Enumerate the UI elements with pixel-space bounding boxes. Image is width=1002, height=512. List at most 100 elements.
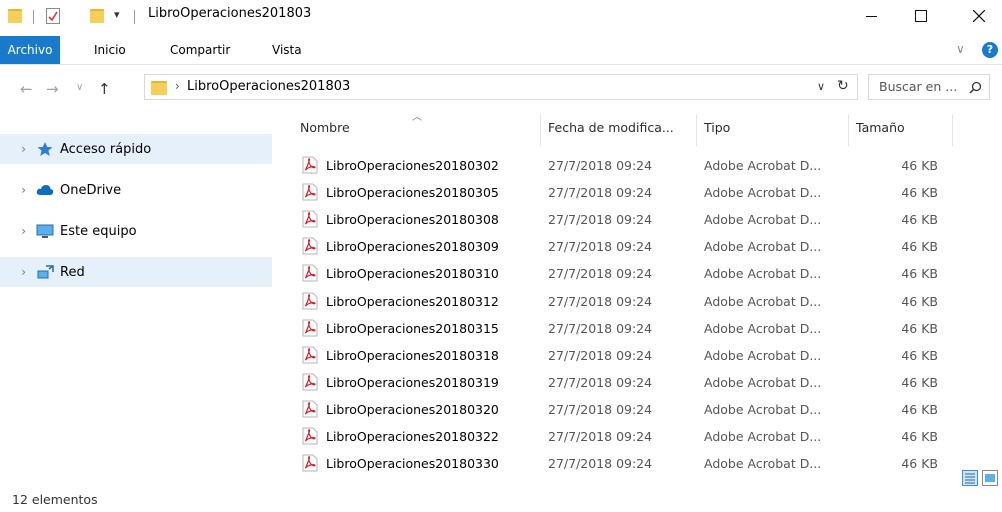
pdf-file-icon bbox=[302, 427, 318, 445]
table-row[interactable]: LibroOperaciones20180322 27/7/2018 09:24 A… bbox=[298, 424, 958, 451]
file-type: Adobe Acrobat D... bbox=[704, 374, 822, 390]
sidebar-item-label: Red bbox=[60, 264, 85, 280]
close-button[interactable] bbox=[956, 0, 1002, 32]
sidebar-item-acceso-rapido[interactable]: › Acceso rápido bbox=[0, 134, 272, 164]
breadcrumb-chevron-icon[interactable]: › bbox=[175, 79, 180, 93]
pdf-file-icon bbox=[302, 210, 318, 228]
star-icon bbox=[37, 142, 53, 156]
file-size: 46 KB bbox=[901, 429, 938, 444]
table-row[interactable]: LibroOperaciones20180315 27/7/2018 09:24 A… bbox=[298, 316, 958, 343]
file-type: Adobe Acrobat D... bbox=[704, 429, 822, 444]
pdf-file-icon bbox=[302, 373, 318, 391]
file-date: 27/7/2018 09:24 bbox=[548, 239, 653, 255]
file-size: 46 KB bbox=[901, 185, 938, 201]
file-type: Adobe Acrobat D... bbox=[704, 347, 822, 363]
refresh-icon[interactable]: ↻ bbox=[837, 78, 849, 94]
file-size: 46 KB bbox=[901, 239, 938, 255]
sort-ascending-icon: ︿ bbox=[412, 112, 422, 123]
expand-chevron-icon[interactable]: › bbox=[0, 265, 26, 279]
tab-archivo[interactable]: Archivo bbox=[0, 36, 60, 64]
back-icon[interactable]: ← bbox=[20, 80, 33, 98]
toolbar-divider bbox=[33, 10, 34, 24]
up-icon[interactable]: ↑ bbox=[98, 80, 111, 98]
table-row[interactable]: LibroOperaciones20180312 27/7/2018 09:24 A… bbox=[298, 289, 958, 316]
details-view-icon[interactable] bbox=[962, 470, 978, 486]
column-divider[interactable] bbox=[848, 114, 849, 146]
file-date: 27/7/2018 09:24 bbox=[548, 374, 653, 390]
table-row[interactable]: LibroOperaciones20180330 27/7/2018 09:24 A… bbox=[298, 451, 958, 478]
table-row[interactable]: LibroOperaciones20180305 27/7/2018 09:24 A… bbox=[298, 180, 958, 207]
file-date: 27/7/2018 09:24 bbox=[548, 158, 653, 173]
table-row[interactable]: LibroOperaciones20180302 27/7/2018 09:24 A… bbox=[298, 153, 958, 180]
file-name: LibroOperaciones20180305 bbox=[326, 185, 499, 201]
file-type: Adobe Acrobat D... bbox=[704, 158, 822, 173]
sidebar-item-red[interactable]: › Red bbox=[0, 257, 272, 287]
pdf-file-icon bbox=[302, 400, 318, 418]
file-name: LibroOperaciones20180312 bbox=[326, 293, 499, 309]
navigation-bar: ← → ∨ ↑ › LibroOperaciones201803 ∨ ↻ Bus… bbox=[0, 72, 1002, 106]
file-date: 27/7/2018 09:24 bbox=[548, 266, 653, 282]
sidebar-item-onedrive[interactable]: › OneDrive bbox=[0, 175, 272, 205]
large-icons-view-icon[interactable] bbox=[982, 470, 998, 486]
table-row[interactable]: LibroOperaciones20180318 27/7/2018 09:24 A… bbox=[298, 343, 958, 370]
sidebar-item-este-equipo[interactable]: › Este equipo bbox=[0, 216, 272, 246]
pdf-file-icon bbox=[302, 319, 318, 337]
table-row[interactable]: LibroOperaciones20180320 27/7/2018 09:24 A… bbox=[298, 397, 958, 424]
file-size: 46 KB bbox=[901, 320, 938, 336]
file-type: Adobe Acrobat D... bbox=[704, 401, 822, 417]
forward-icon[interactable]: → bbox=[46, 80, 59, 98]
help-icon[interactable]: ? bbox=[982, 42, 998, 58]
table-row[interactable]: LibroOperaciones20180319 27/7/2018 09:24 A… bbox=[298, 370, 958, 397]
file-name: LibroOperaciones20180309 bbox=[326, 239, 499, 255]
file-name: LibroOperaciones20180308 bbox=[326, 212, 499, 228]
search-input[interactable]: Buscar en ... bbox=[868, 74, 990, 100]
file-name: LibroOperaciones20180330 bbox=[326, 456, 499, 472]
tab-vista[interactable]: Vista bbox=[262, 36, 312, 64]
status-item-count: 12 elementos bbox=[12, 492, 98, 507]
expand-ribbon-icon[interactable]: ∨ bbox=[956, 42, 965, 56]
pdf-file-icon bbox=[302, 346, 318, 364]
table-row[interactable]: LibroOperaciones20180310 27/7/2018 09:24 A… bbox=[298, 261, 958, 288]
cloud-icon bbox=[36, 185, 54, 195]
file-type: Adobe Acrobat D... bbox=[704, 212, 822, 228]
pdf-file-icon bbox=[302, 183, 318, 201]
search-placeholder: Buscar en ... bbox=[879, 79, 958, 94]
expand-chevron-icon[interactable]: › bbox=[0, 142, 26, 156]
column-header-tamano[interactable]: Tamaño bbox=[856, 120, 905, 135]
maximize-button[interactable] bbox=[898, 0, 944, 32]
column-header-tipo[interactable]: Tipo bbox=[704, 120, 730, 135]
table-row[interactable]: LibroOperaciones20180308 27/7/2018 09:24 A… bbox=[298, 207, 958, 234]
column-divider[interactable] bbox=[696, 114, 697, 146]
file-size: 46 KB bbox=[901, 347, 938, 363]
file-type: Adobe Acrobat D... bbox=[704, 185, 822, 201]
file-type: Adobe Acrobat D... bbox=[704, 293, 822, 309]
pdf-file-icon bbox=[302, 264, 318, 282]
address-bar[interactable]: › LibroOperaciones201803 ∨ ↻ bbox=[144, 74, 858, 100]
expand-chevron-icon[interactable]: › bbox=[0, 224, 26, 238]
file-date: 27/7/2018 09:24 bbox=[548, 185, 653, 201]
minimize-button[interactable] bbox=[848, 0, 894, 32]
expand-chevron-icon[interactable]: › bbox=[0, 183, 26, 197]
customize-toolbar-icon[interactable]: ▾ bbox=[114, 8, 120, 21]
address-dropdown-icon[interactable]: ∨ bbox=[817, 80, 825, 93]
table-row[interactable]: LibroOperaciones20180309 27/7/2018 09:24 A… bbox=[298, 234, 958, 261]
column-divider[interactable] bbox=[952, 114, 953, 146]
new-folder-icon[interactable] bbox=[90, 9, 104, 23]
recent-locations-icon[interactable]: ∨ bbox=[76, 82, 83, 93]
ribbon-tabs: Archivo Inicio Compartir Vista ∨ ? bbox=[0, 36, 1002, 65]
sidebar-item-label: Acceso rápido bbox=[60, 141, 152, 157]
tab-inicio[interactable]: Inicio bbox=[84, 36, 136, 64]
file-date: 27/7/2018 09:24 bbox=[548, 212, 653, 228]
breadcrumb-current[interactable]: LibroOperaciones201803 bbox=[187, 79, 350, 94]
file-name: LibroOperaciones20180302 bbox=[326, 158, 499, 173]
file-size: 46 KB bbox=[901, 456, 938, 472]
search-icon[interactable] bbox=[969, 81, 982, 94]
column-header-nombre[interactable]: Nombre bbox=[300, 120, 350, 135]
column-header-fecha[interactable]: Fecha de modifica... bbox=[548, 120, 674, 135]
pdf-file-icon bbox=[302, 454, 318, 472]
tab-compartir[interactable]: Compartir bbox=[160, 36, 240, 64]
file-type: Adobe Acrobat D... bbox=[704, 239, 822, 255]
file-name: LibroOperaciones20180320 bbox=[326, 401, 499, 417]
properties-icon[interactable] bbox=[46, 8, 60, 24]
column-divider[interactable] bbox=[540, 114, 541, 146]
